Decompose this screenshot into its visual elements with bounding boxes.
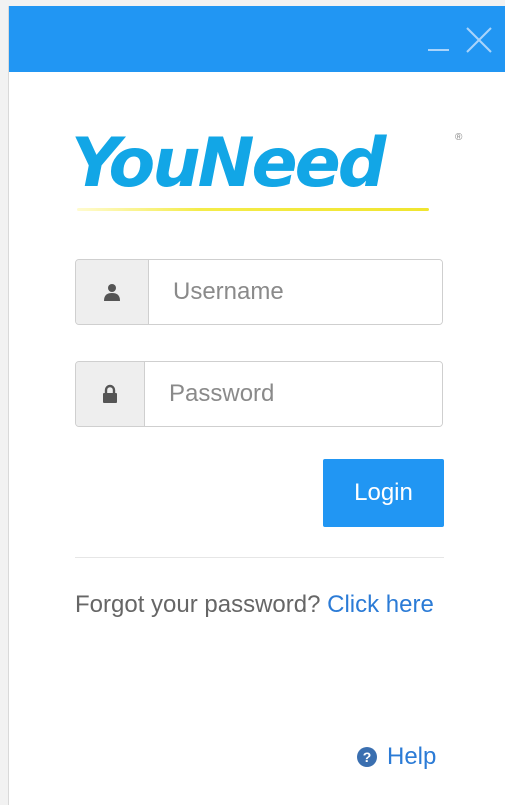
login-button[interactable]: Login <box>323 459 444 527</box>
login-window: YouNeed ® Login Forgot your password? Cl… <box>8 6 505 805</box>
password-input[interactable] <box>145 362 442 426</box>
user-icon <box>104 284 120 301</box>
help-label: Help <box>387 743 437 770</box>
logo-text: YouNeed <box>71 124 386 203</box>
forgot-password-text: Forgot your password? Click here <box>75 580 455 629</box>
youneed-logo: YouNeed ® <box>71 124 471 224</box>
divider <box>75 557 444 558</box>
minimize-icon <box>428 49 449 51</box>
username-addon <box>76 260 149 324</box>
username-input[interactable] <box>149 260 442 324</box>
title-bar <box>9 6 505 72</box>
question-circle-icon: ? <box>357 747 377 767</box>
lock-icon <box>103 384 117 403</box>
password-addon <box>76 362 145 426</box>
logo-underline <box>77 208 429 211</box>
click-here-link[interactable]: Click here <box>327 591 434 618</box>
password-group <box>75 361 443 427</box>
minimize-button[interactable] <box>423 24 455 56</box>
username-group <box>75 259 443 325</box>
registered-mark: ® <box>455 132 463 143</box>
help-link[interactable]: ? Help <box>357 740 436 774</box>
close-button[interactable] <box>463 24 495 56</box>
forgot-password-label: Forgot your password? <box>75 591 321 618</box>
close-icon <box>466 27 492 53</box>
